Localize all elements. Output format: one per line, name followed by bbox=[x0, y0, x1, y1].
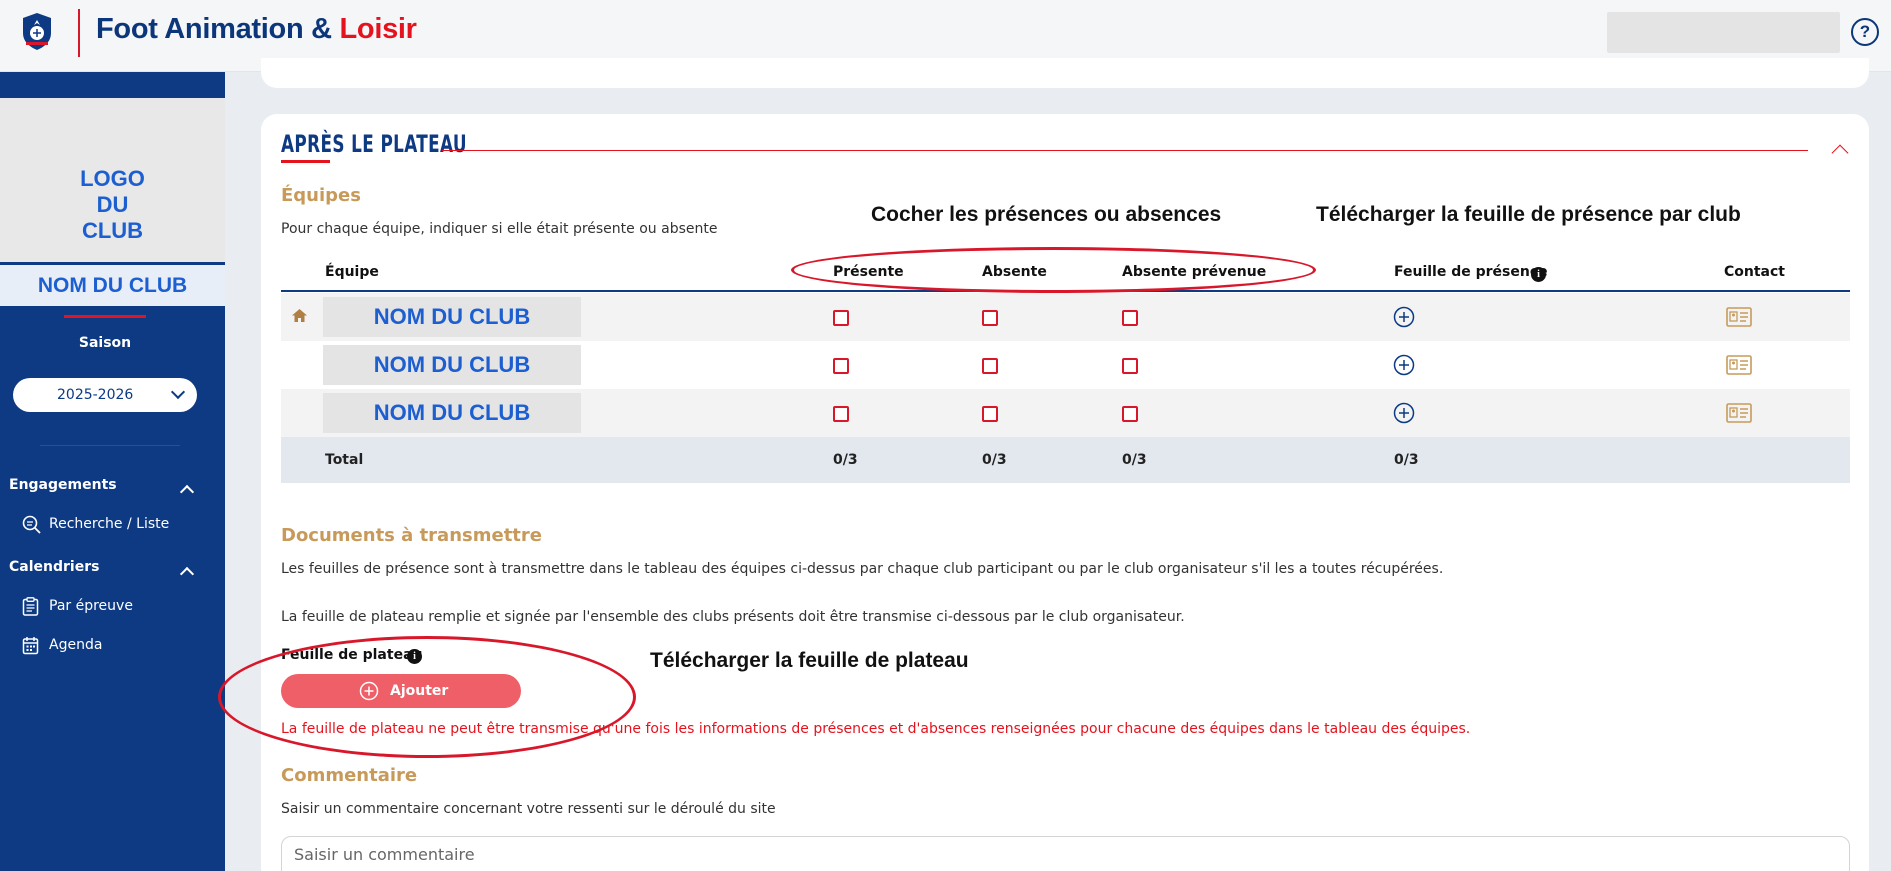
club-name-cell: NOM DU CLUB bbox=[323, 297, 581, 337]
table-row: NOM DU CLUB bbox=[281, 293, 1850, 341]
add-circle-icon[interactable] bbox=[1393, 354, 1415, 376]
total-label: Total bbox=[325, 452, 364, 468]
sidebar-item-label: Agenda bbox=[49, 637, 103, 653]
table-header-rule bbox=[281, 290, 1850, 292]
header-search-box[interactable] bbox=[1607, 12, 1840, 53]
section-title-rule bbox=[442, 150, 1808, 151]
presente-checkbox[interactable] bbox=[833, 358, 849, 374]
chevron-up-icon[interactable] bbox=[179, 484, 195, 500]
col-absente-prevenue: Absente prévenue bbox=[1122, 264, 1267, 280]
absente-prevenue-checkbox[interactable] bbox=[1122, 406, 1138, 422]
col-presente: Présente bbox=[833, 264, 904, 280]
chevron-up-icon[interactable] bbox=[179, 566, 195, 582]
sidebar-section-engagements[interactable]: Engagements bbox=[9, 477, 117, 493]
absente-checkbox[interactable] bbox=[982, 406, 998, 422]
absente-checkbox[interactable] bbox=[982, 358, 998, 374]
absente-checkbox[interactable] bbox=[982, 310, 998, 326]
brand-accent: Loisir bbox=[339, 13, 417, 45]
presente-checkbox[interactable] bbox=[833, 310, 849, 326]
total-absente-prevenue: 0/3 bbox=[1122, 452, 1147, 468]
col-equipe: Équipe bbox=[325, 264, 379, 280]
calendar-icon bbox=[22, 637, 39, 655]
presente-checkbox[interactable] bbox=[833, 406, 849, 422]
club-name-cell: NOM DU CLUB bbox=[323, 393, 581, 433]
info-icon[interactable]: i bbox=[407, 649, 422, 664]
add-circle-icon[interactable] bbox=[1393, 306, 1415, 328]
equipes-description: Pour chaque équipe, indiquer si elle éta… bbox=[281, 221, 718, 237]
table-total-row: Total 0/3 0/3 0/3 0/3 bbox=[281, 437, 1850, 483]
home-icon bbox=[292, 309, 307, 322]
feuille-plateau-warning: La feuille de plateau ne peut être trans… bbox=[281, 721, 1471, 737]
equipes-heading: Équipes bbox=[281, 185, 361, 206]
annotation-download-presence: Télécharger la feuille de présence par c… bbox=[1316, 203, 1741, 226]
contact-card-icon[interactable] bbox=[1726, 307, 1752, 327]
search-list-icon bbox=[22, 515, 41, 534]
table-row: NOM DU CLUB bbox=[281, 341, 1850, 389]
contact-card-icon[interactable] bbox=[1726, 355, 1752, 375]
sidebar: LOGO DU CLUB NOM DU CLUB Saison 2025-202… bbox=[0, 72, 225, 871]
add-circle-icon[interactable] bbox=[1393, 402, 1415, 424]
total-presente: 0/3 bbox=[833, 452, 858, 468]
section-title-underline bbox=[281, 160, 330, 163]
col-feuille-presence: Feuille de présence bbox=[1394, 264, 1548, 280]
absente-prevenue-checkbox[interactable] bbox=[1122, 310, 1138, 326]
table-row: NOM DU CLUB bbox=[281, 389, 1850, 437]
total-absente: 0/3 bbox=[982, 452, 1007, 468]
sidebar-divider bbox=[40, 445, 180, 446]
feuille-plateau-label: Feuille de plateau bbox=[281, 647, 423, 663]
add-feuille-plateau-button[interactable]: Ajouter bbox=[281, 674, 521, 708]
brand-main: Foot Animation & bbox=[96, 13, 340, 45]
annotation-presence: Cocher les présences ou absences bbox=[871, 203, 1222, 226]
brand-separator bbox=[78, 9, 80, 57]
previous-section-card bbox=[261, 58, 1869, 88]
comment-field[interactable] bbox=[281, 836, 1850, 871]
add-button-label: Ajouter bbox=[390, 683, 449, 699]
fff-logo bbox=[23, 13, 51, 50]
sidebar-section-calendriers[interactable]: Calendriers bbox=[9, 559, 99, 575]
season-value: 2025-2026 bbox=[57, 387, 134, 403]
col-contact: Contact bbox=[1724, 264, 1785, 280]
sidebar-accent-line bbox=[64, 315, 146, 318]
sidebar-club-name: NOM DU CLUB bbox=[0, 265, 225, 306]
documents-text-1: Les feuilles de présence sont à transmet… bbox=[281, 561, 1444, 577]
col-absente: Absente bbox=[982, 264, 1047, 280]
documents-text-2: La feuille de plateau remplie et signée … bbox=[281, 609, 1185, 625]
club-name-cell: NOM DU CLUB bbox=[323, 345, 581, 385]
clipboard-icon bbox=[22, 597, 39, 616]
total-feuille: 0/3 bbox=[1394, 452, 1419, 468]
section-title: APRÈS LE PLATEAU bbox=[281, 130, 467, 158]
commentaire-description: Saisir un commentaire concernant votre r… bbox=[281, 801, 776, 817]
club-logo-text: LOGO DU CLUB bbox=[80, 166, 145, 243]
absente-prevenue-checkbox[interactable] bbox=[1122, 358, 1138, 374]
sidebar-item-label: Par épreuve bbox=[49, 598, 133, 614]
season-label: Saison bbox=[78, 335, 132, 351]
sidebar-item-label: Recherche / Liste bbox=[49, 516, 170, 532]
comment-input[interactable] bbox=[294, 845, 1194, 864]
commentaire-heading: Commentaire bbox=[281, 765, 418, 786]
documents-heading: Documents à transmettre bbox=[281, 525, 542, 546]
chevron-down-icon bbox=[170, 384, 186, 400]
club-logo: LOGO DU CLUB bbox=[0, 98, 225, 264]
season-select[interactable]: 2025-2026 bbox=[13, 378, 197, 412]
contact-card-icon[interactable] bbox=[1726, 403, 1752, 423]
help-button[interactable]: ? bbox=[1851, 18, 1879, 46]
app-title: Foot Animation & Loisir bbox=[96, 13, 417, 46]
add-circle-icon bbox=[359, 681, 379, 701]
annotation-plateau: Télécharger la feuille de plateau bbox=[650, 649, 969, 672]
info-icon[interactable]: i bbox=[1531, 267, 1546, 282]
